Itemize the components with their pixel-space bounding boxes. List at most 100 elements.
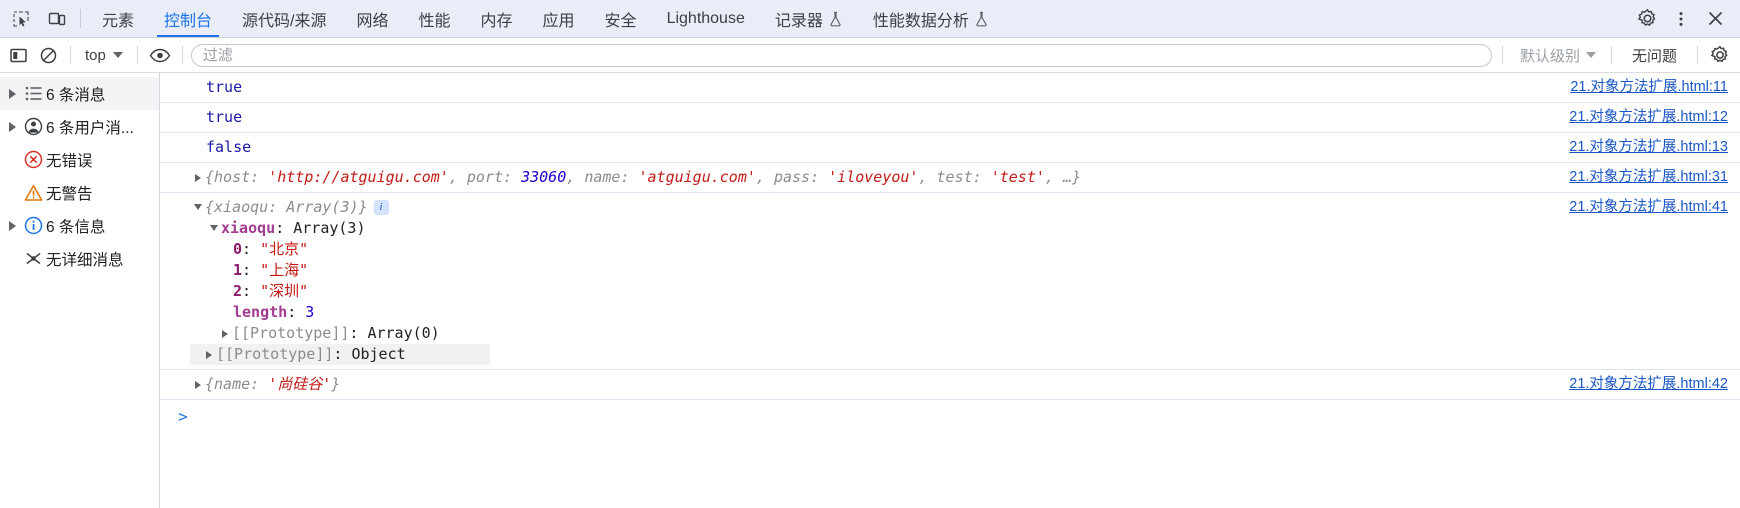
tab-elements[interactable]: 元素 — [87, 0, 149, 37]
source-link[interactable]: 21.对象方法扩展.html:42 — [1569, 374, 1740, 395]
source-link[interactable]: 21.对象方法扩展.html:31 — [1569, 167, 1740, 188]
prototype-name: [[Prototype]] — [232, 324, 350, 342]
array-value: "北京" — [260, 240, 309, 258]
device-toolbar-icon[interactable] — [44, 6, 70, 32]
tab-application[interactable]: 应用 — [528, 0, 590, 37]
sidebar-item-messages[interactable]: 6 条消息 — [0, 77, 159, 110]
tab-lighthouse[interactable]: Lighthouse — [652, 0, 760, 37]
expand-triangle-icon[interactable] — [4, 121, 20, 132]
tab-memory[interactable]: 内存 — [466, 0, 528, 37]
key-sep: : — [250, 168, 269, 186]
expand-arrow-icon[interactable] — [190, 374, 205, 389]
tabbar-divider — [80, 9, 81, 28]
object-header-text: {xiaoqu: Array(3)} — [205, 198, 368, 216]
toolbar-divider — [181, 46, 183, 64]
tab-performance[interactable]: 性能 — [404, 0, 466, 37]
sidebar-item-errors[interactable]: 无错误 — [0, 143, 159, 176]
chevron-down-icon — [1585, 52, 1596, 58]
key-sep: : — [503, 168, 522, 186]
issues-status[interactable]: 无问题 — [1620, 45, 1689, 66]
user-message-icon — [20, 117, 46, 136]
brace-close: } — [331, 375, 341, 393]
expand-arrow-icon[interactable] — [190, 167, 205, 182]
toolbar-divider — [1610, 46, 1612, 64]
sidebar-item-verbose[interactable]: 无详细消息 — [0, 242, 159, 275]
console-message-content: false — [160, 137, 1569, 158]
brace-open: { — [205, 375, 215, 393]
tree-row[interactable]: 1: "上海" — [190, 260, 1569, 281]
close-devtools-icon[interactable] — [1700, 4, 1730, 34]
flask-icon — [828, 11, 843, 27]
source-link[interactable]: 21.对象方法扩展.html:13 — [1569, 137, 1740, 158]
tree-row[interactable]: [[Prototype]]: Object — [190, 344, 490, 365]
tab-label: 元素 — [102, 12, 135, 30]
settings-gear-icon[interactable] — [1632, 4, 1662, 34]
sidebar-item-info[interactable]: 6 条信息 — [0, 209, 159, 242]
console-prompt[interactable]: > — [160, 400, 1740, 430]
live-expression-eye-icon[interactable] — [146, 42, 174, 68]
inspect-element-icon[interactable] — [8, 6, 34, 32]
property-value: 3 — [305, 303, 315, 321]
info-badge-icon[interactable]: i — [373, 200, 389, 215]
comma: , — [566, 168, 585, 186]
tabbar-left-icons — [0, 0, 76, 37]
tree-row[interactable]: 2: "深圳" — [190, 281, 1569, 302]
array-index: 1 — [233, 261, 243, 279]
object-key: name — [584, 168, 621, 186]
tree-row[interactable]: [[Prototype]]: Array(0) — [190, 323, 1569, 344]
execution-context-selector[interactable]: top — [79, 45, 129, 66]
sidebar-item-label: 6 条信息 — [46, 218, 106, 236]
property-value: Array(3) — [293, 219, 366, 237]
object-expanded-header[interactable]: {xiaoqu: Array(3)} i — [190, 197, 1569, 218]
console-message-row[interactable]: false 21.对象方法扩展.html:13 — [160, 133, 1740, 163]
tree-row[interactable]: 0: "北京" — [190, 239, 1569, 260]
property-name: length — [233, 303, 288, 321]
tab-label: 控制台 — [164, 12, 213, 30]
console-message-row[interactable]: {name: '尚硅谷'} 21.对象方法扩展.html:42 — [160, 370, 1740, 400]
tree-row[interactable]: length: 3 — [190, 302, 1569, 323]
console-message-row[interactable]: true 21.对象方法扩展.html:11 — [160, 73, 1740, 103]
console-settings-gear-icon[interactable] — [1706, 42, 1734, 68]
source-link[interactable]: 21.对象方法扩展.html:11 — [1570, 77, 1740, 98]
expand-triangle-icon[interactable] — [4, 220, 20, 231]
expand-triangle-icon[interactable] — [4, 88, 20, 99]
console-message-content: true — [160, 77, 1570, 98]
object-key: pass — [773, 168, 811, 186]
expand-arrow-icon[interactable] — [201, 344, 216, 359]
tab-network[interactable]: 网络 — [341, 0, 403, 37]
source-link[interactable]: 21.对象方法扩展.html:41 — [1569, 197, 1740, 218]
toolbar-divider — [70, 46, 71, 64]
object-key: name — [214, 375, 251, 393]
ellipsis: … — [1062, 168, 1072, 186]
tree-row[interactable]: xiaoqu: Array(3) — [190, 218, 1569, 239]
tab-label: 性能 — [418, 12, 451, 30]
tab-recorder[interactable]: 记录器 — [760, 0, 858, 37]
prototype-name: [[Prototype]] — [216, 345, 334, 363]
filter-input[interactable] — [190, 43, 1492, 67]
more-options-icon[interactable] — [1666, 4, 1696, 34]
source-link[interactable]: 21.对象方法扩展.html:12 — [1569, 107, 1740, 128]
collapse-arrow-icon[interactable] — [190, 197, 205, 210]
tab-sources[interactable]: 源代码/来源 — [227, 0, 341, 37]
console-prompt-input[interactable] — [206, 406, 1740, 426]
object-preview[interactable]: {name: '尚硅谷'} — [190, 374, 1569, 395]
object-preview[interactable]: {host: 'http://atguigu.com', port: 33060… — [190, 167, 1569, 188]
expand-arrow-icon[interactable] — [217, 323, 232, 338]
object-value: 'http://atguigu.com' — [268, 168, 449, 186]
tab-console[interactable]: 控制台 — [149, 0, 227, 37]
sidebar-item-warnings[interactable]: 无警告 — [0, 176, 159, 209]
clear-console-icon[interactable] — [34, 42, 62, 68]
console-message-row[interactable]: {xiaoqu: Array(3)} i xiaoqu: Array(3) 0: … — [160, 193, 1740, 370]
log-levels-selector[interactable]: 默认级别 — [1513, 43, 1603, 68]
console-message-row[interactable]: true 21.对象方法扩展.html:12 — [160, 103, 1740, 133]
collapse-arrow-icon[interactable] — [206, 218, 221, 231]
tab-security[interactable]: 安全 — [590, 0, 652, 37]
console-messages-list: true 21.对象方法扩展.html:11 true 21.对象方法扩展.ht… — [160, 73, 1740, 508]
console-message-row[interactable]: {host: 'http://atguigu.com', port: 33060… — [160, 163, 1740, 193]
boolean-value: false — [206, 138, 252, 156]
tab-performance-insights[interactable]: 性能数据分析 — [858, 0, 1004, 37]
sidebar-toggle-icon[interactable] — [4, 42, 32, 68]
boolean-value: true — [206, 78, 243, 96]
sidebar-item-user-messages[interactable]: 6 条用户消... — [0, 110, 159, 143]
object-value: '尚硅谷' — [268, 375, 332, 393]
